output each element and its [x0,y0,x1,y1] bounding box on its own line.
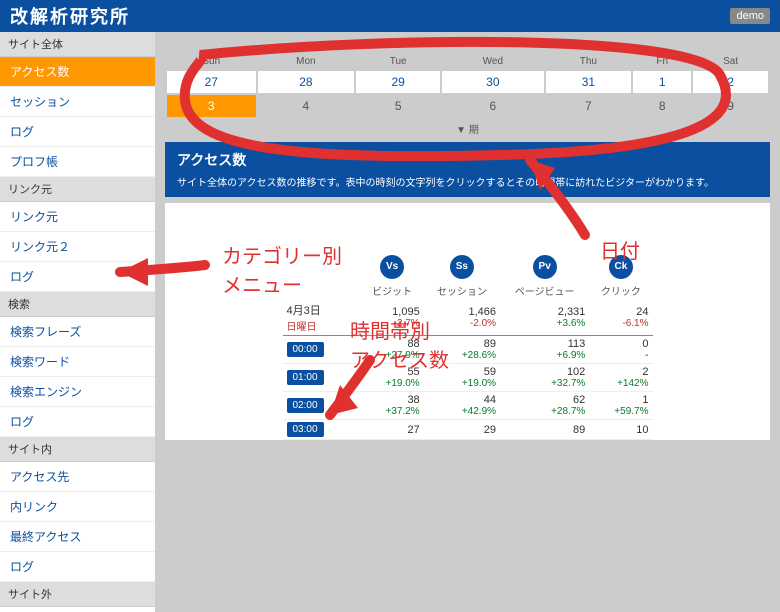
stats-panel: Vs Ss Pv Ck ビジットセッションページビュークリック 4月3日日曜日1,095-… [165,203,770,440]
calendar-day[interactable]: 30 [442,71,543,93]
stats-table: Vs Ss Pv Ck ビジットセッションページビュークリック 4月3日日曜日1,095-… [283,253,653,440]
summary-cell: 24-6.1% [589,300,652,336]
stat-cell: 27 [361,420,424,440]
sidebar-item[interactable]: リンク元 [0,202,155,232]
panel-title: アクセス数 [177,150,758,170]
calendar-day[interactable]: 4 [258,95,355,117]
panel-subtitle: サイト全体のアクセス数の推移です。表中の時刻の文字列をクリックするとその時間帯に… [177,174,758,189]
sidebar: サイト全体アクセス数セッションログプロフ帳リンク元リンク元リンク元２ログ検索検索… [0,32,155,612]
sidebar-item[interactable]: 検索フレーズ [0,317,155,347]
sidebar-item[interactable]: ログ [0,407,155,437]
column-label: ページビュー [500,281,589,300]
calendar-day[interactable]: 9 [693,95,768,117]
calendar-day[interactable]: 27 [167,71,256,93]
sidebar-item[interactable]: 内リンク [0,492,155,522]
summary-cell: 1,466-2.0% [424,300,500,336]
stat-cell: 44+42.9% [424,392,500,420]
time-badge[interactable]: 01:00 [287,370,324,385]
sidebar-group-header: サイト内 [0,437,155,462]
calendar-day[interactable]: 2 [693,71,768,93]
stat-cell: 102+32.7% [500,364,589,392]
calendar-day[interactable]: 5 [356,95,440,117]
stat-cell: 89 [500,420,589,440]
stat-cell: 1+59.7% [589,392,652,420]
calendar-dow: Mon [258,54,355,69]
sidebar-item[interactable]: プロフ帳 [0,147,155,177]
calendar-day[interactable]: 1 [633,71,691,93]
column-badge: Ss [450,255,474,279]
stat-cell: 0- [589,336,652,364]
stat-cell: 88+27.9% [361,336,424,364]
time-badge[interactable]: 00:00 [287,342,324,357]
calendar-day[interactable]: 8 [633,95,691,117]
summary-label: 4月3日日曜日 [283,300,361,336]
column-badge: Vs [380,255,404,279]
sidebar-item[interactable]: アクセス先 [0,462,155,492]
time-badge[interactable]: 03:00 [287,422,324,437]
calendar-day[interactable]: 28 [258,71,355,93]
sidebar-item[interactable]: リンク元２ [0,232,155,262]
column-label: ビジット [361,281,424,300]
sidebar-item[interactable]: アクセス数 [0,57,155,87]
brand-title: 改解析研究所 [10,3,130,29]
panel-header: アクセス数 サイト全体のアクセス数の推移です。表中の時刻の文字列をクリックすると… [165,142,770,197]
sidebar-item[interactable]: セッション [0,87,155,117]
main-area: SunMonTueWedThuFriSat2728293031123456789… [155,32,780,612]
time-badge[interactable]: 02:00 [287,398,324,413]
sidebar-group-header: 検索 [0,292,155,317]
sidebar-group-header: サイト外 [0,582,155,607]
sidebar-item[interactable]: 検索エンジン [0,377,155,407]
stat-cell: 113+6.9% [500,336,589,364]
stat-cell: 59+19.0% [424,364,500,392]
calendar-day[interactable]: 29 [356,71,440,93]
sidebar-item[interactable]: ログ [0,117,155,147]
stat-cell: 62+28.7% [500,392,589,420]
calendar-dow: Fri [633,54,691,69]
calendar-day[interactable]: 7 [546,95,632,117]
calendar-dow: Sat [693,54,768,69]
stat-cell: 29 [424,420,500,440]
stat-cell: 2+142% [589,364,652,392]
sidebar-item[interactable]: クリック先 [0,607,155,612]
sidebar-group-header: リンク元 [0,177,155,202]
stat-cell: 55+19.0% [361,364,424,392]
sidebar-item[interactable]: 最終アクセス [0,522,155,552]
calendar-day[interactable]: 6 [442,95,543,117]
calendar-expander[interactable]: ▼ 期 [165,121,770,136]
column-label: クリック [589,281,652,300]
summary-cell: 1,095-2.7% [361,300,424,336]
calendar-dow: Tue [356,54,440,69]
sidebar-item[interactable]: 検索ワード [0,347,155,377]
stat-cell: 38+37.2% [361,392,424,420]
stat-cell: 10 [589,420,652,440]
column-badge: Ck [609,255,633,279]
column-badge: Pv [533,255,557,279]
sidebar-item[interactable]: ログ [0,262,155,292]
summary-cell: 2,331+3.6% [500,300,589,336]
calendar: SunMonTueWedThuFriSat 272829303112 3456789 [165,52,770,119]
stat-cell: 89+28.6% [424,336,500,364]
calendar-day[interactable]: 31 [546,71,632,93]
column-label: セッション [424,281,500,300]
top-bar: 改解析研究所 demo [0,0,780,32]
calendar-dow: Wed [442,54,543,69]
sidebar-item[interactable]: ログ [0,552,155,582]
sidebar-group-header: サイト全体 [0,32,155,57]
calendar-dow: Thu [546,54,632,69]
calendar-dow: Sun [167,54,256,69]
demo-badge: demo [730,8,770,24]
calendar-day[interactable]: 3 [167,95,256,117]
